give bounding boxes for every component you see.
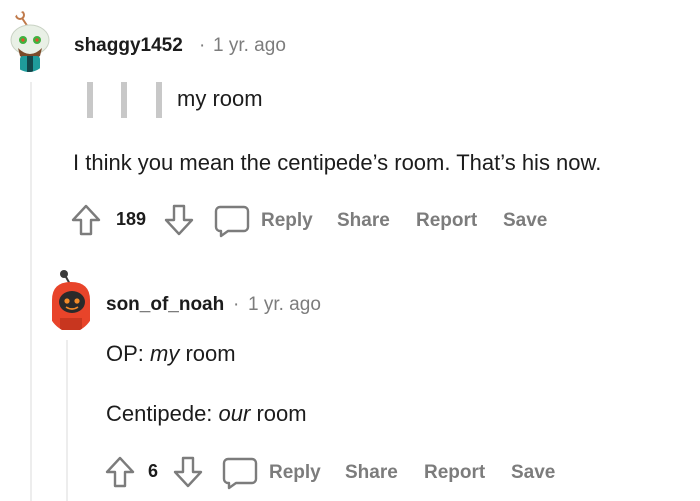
vote-score: 189: [116, 209, 147, 229]
meta-separator: ·: [199, 35, 206, 56]
line2-prefix: Centipede:: [106, 401, 219, 426]
share-button[interactable]: Share: [337, 210, 390, 232]
comment-body: I think you mean the centipede’s room. T…: [73, 150, 602, 175]
timestamp[interactable]: 1 yr. ago: [248, 294, 321, 316]
comment-line-2: Centipede: our room: [106, 401, 307, 427]
report-button[interactable]: Report: [424, 462, 485, 484]
line2-emphasis: our: [218, 401, 251, 426]
thread-line-1[interactable]: [30, 82, 32, 501]
username[interactable]: son_of_noah: [106, 294, 224, 316]
quote-bar-2: [121, 82, 127, 118]
line1-emphasis: my: [150, 341, 180, 366]
vote-score: 6: [148, 461, 159, 481]
avatar[interactable]: [46, 268, 96, 332]
line2-suffix: room: [250, 401, 307, 426]
save-button[interactable]: Save: [503, 210, 547, 232]
avatar[interactable]: [6, 10, 52, 72]
report-button[interactable]: Report: [416, 210, 477, 232]
downvote-icon[interactable]: [172, 455, 204, 489]
quote-bar-1: [87, 82, 93, 118]
username[interactable]: shaggy1452: [74, 35, 183, 57]
timestamp[interactable]: 1 yr. ago: [213, 35, 286, 57]
save-button[interactable]: Save: [511, 462, 555, 484]
quote-bar-3: [156, 82, 162, 118]
reply-button[interactable]: Reply: [261, 210, 313, 232]
share-button[interactable]: Share: [345, 462, 398, 484]
line1-prefix: OP:: [106, 341, 151, 366]
downvote-icon[interactable]: [163, 203, 195, 237]
meta-separator: ·: [233, 294, 240, 315]
quote-text: my room: [177, 86, 263, 111]
comment-bubble-icon[interactable]: [214, 204, 250, 238]
upvote-icon[interactable]: [104, 455, 136, 489]
line1-suffix: room: [179, 341, 236, 366]
comment-bubble-icon[interactable]: [222, 456, 258, 490]
comment-line-1: OP: my room: [106, 341, 236, 367]
upvote-icon[interactable]: [70, 203, 102, 237]
reply-button[interactable]: Reply: [269, 462, 321, 484]
thread-line-2[interactable]: [66, 340, 68, 501]
